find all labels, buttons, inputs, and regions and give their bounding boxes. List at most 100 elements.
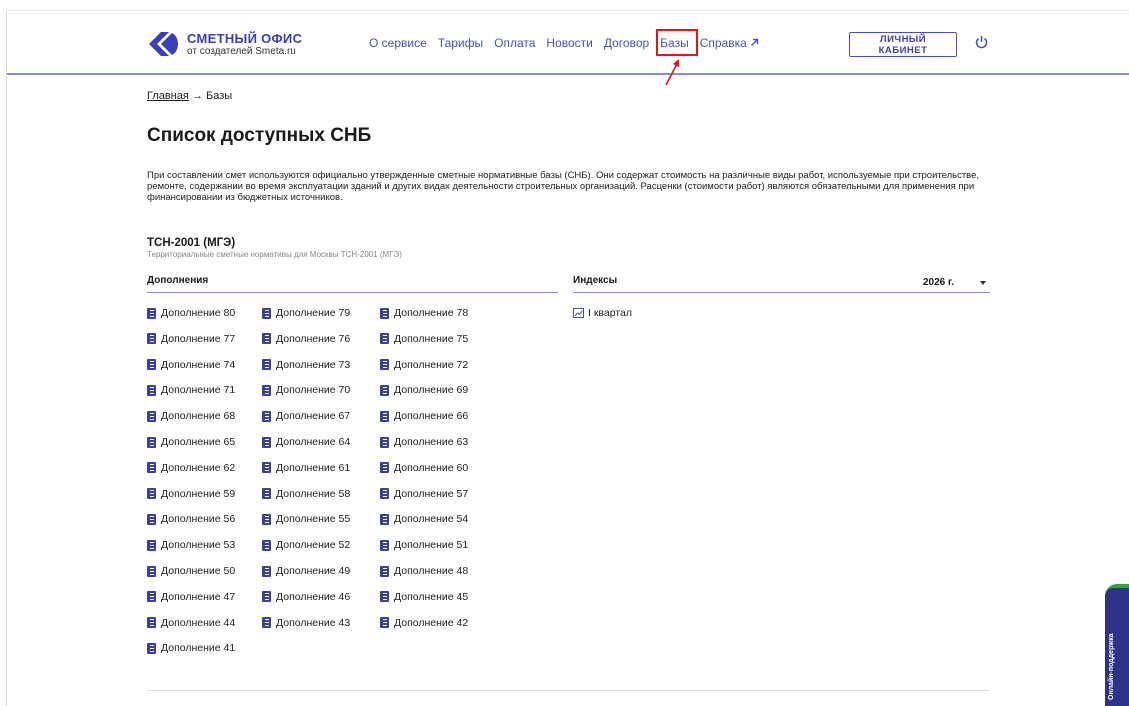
supplement-link[interactable]: Дополнение 65 bbox=[147, 436, 235, 448]
supplement-link[interactable]: Дополнение 47 bbox=[147, 591, 235, 603]
supplement-link[interactable]: Дополнение 79 bbox=[262, 307, 350, 319]
supplement-link[interactable]: Дополнение 54 bbox=[380, 513, 468, 525]
supplement-link[interactable]: Дополнение 77 bbox=[147, 333, 235, 345]
nav-help[interactable]: Справка bbox=[700, 36, 759, 50]
book-icon bbox=[147, 333, 156, 345]
supplement-link[interactable]: Дополнение 63 bbox=[380, 436, 468, 448]
supplement-label: Дополнение 52 bbox=[276, 539, 351, 552]
index-item[interactable]: I квартал bbox=[573, 307, 632, 319]
supplement-link[interactable]: Дополнение 66 bbox=[380, 410, 468, 422]
year-select[interactable]: 2026 г. bbox=[923, 277, 954, 288]
window-frame-left bbox=[6, 10, 7, 706]
supplement-label: Дополнение 45 bbox=[394, 590, 469, 603]
supplement-link[interactable]: Дополнение 41 bbox=[147, 642, 235, 654]
book-icon bbox=[262, 617, 271, 629]
nav-contract[interactable]: Договор bbox=[604, 36, 649, 50]
supplement-link[interactable]: Дополнение 80 bbox=[147, 307, 235, 319]
book-icon bbox=[380, 513, 389, 525]
power-icon[interactable] bbox=[975, 35, 988, 49]
supplement-link[interactable]: Дополнение 73 bbox=[262, 359, 350, 371]
nav-tariffs[interactable]: Тарифы bbox=[438, 36, 483, 50]
section-divider bbox=[147, 690, 990, 691]
book-icon bbox=[380, 333, 389, 345]
supplement-link[interactable]: Дополнение 51 bbox=[380, 539, 468, 551]
book-icon bbox=[147, 642, 156, 654]
nav-about[interactable]: О сервисе bbox=[369, 36, 427, 50]
supplement-link[interactable]: Дополнение 45 bbox=[380, 591, 468, 603]
book-icon bbox=[147, 307, 156, 319]
chevron-down-icon[interactable] bbox=[980, 281, 986, 285]
book-icon bbox=[380, 384, 389, 396]
supplement-label: Дополнение 66 bbox=[394, 410, 469, 423]
site-logo[interactable]: СМЕТНЫЙ ОФИС от создателей Smeta.ru bbox=[147, 29, 302, 59]
book-icon bbox=[380, 539, 389, 551]
supplement-link[interactable]: Дополнение 70 bbox=[262, 384, 350, 396]
supplement-label: Дополнение 50 bbox=[161, 565, 236, 577]
page-title: Список доступных СНБ bbox=[147, 125, 372, 146]
book-icon bbox=[380, 307, 389, 319]
supplement-link[interactable]: Дополнение 43 bbox=[262, 617, 350, 629]
supplement-link[interactable]: Дополнение 46 bbox=[262, 591, 350, 603]
chart-icon bbox=[573, 308, 584, 318]
supplement-link[interactable]: Дополнение 44 bbox=[147, 617, 235, 629]
supplement-link[interactable]: Дополнение 59 bbox=[147, 488, 235, 500]
logo-subtitle: от создателей Smeta.ru bbox=[187, 45, 296, 57]
supplement-link[interactable]: Дополнение 57 bbox=[380, 488, 468, 500]
supplement-label: Дополнение 72 bbox=[394, 358, 469, 371]
book-icon bbox=[380, 565, 389, 577]
book-icon bbox=[262, 591, 271, 603]
supplement-link[interactable]: Дополнение 49 bbox=[262, 565, 350, 577]
supplement-label: Дополнение 60 bbox=[394, 461, 469, 474]
book-icon bbox=[262, 513, 271, 525]
supplement-link[interactable]: Дополнение 60 bbox=[380, 462, 468, 474]
supplement-label: Дополнение 53 bbox=[161, 539, 236, 552]
book-icon bbox=[380, 617, 389, 629]
breadcrumb-current: Базы bbox=[206, 90, 233, 102]
supplement-link[interactable]: Дополнение 48 bbox=[380, 565, 468, 577]
supplement-link[interactable]: Дополнение 58 bbox=[262, 488, 350, 500]
book-icon bbox=[380, 359, 389, 371]
book-icon bbox=[147, 565, 156, 577]
supplement-link[interactable]: Дополнение 55 bbox=[262, 513, 350, 525]
book-icon bbox=[262, 307, 271, 319]
supplement-link[interactable]: Дополнение 78 bbox=[380, 307, 468, 319]
supplement-link[interactable]: Дополнение 74 bbox=[147, 359, 235, 371]
supplement-link[interactable]: Дополнение 61 bbox=[262, 462, 350, 474]
index-item-label: I квартал bbox=[588, 307, 632, 319]
supplement-label: Дополнение 44 bbox=[161, 616, 236, 629]
supplement-link[interactable]: Дополнение 68 bbox=[147, 410, 235, 422]
book-icon bbox=[380, 488, 389, 500]
supplement-label: Дополнение 62 bbox=[161, 461, 236, 474]
supplement-link[interactable]: Дополнение 50 bbox=[147, 565, 235, 577]
supplement-link[interactable]: Дополнение 72 bbox=[380, 359, 468, 371]
supplement-link[interactable]: Дополнение 62 bbox=[147, 462, 235, 474]
supplement-link[interactable]: Дополнение 53 bbox=[147, 539, 235, 551]
logo-mark-icon bbox=[149, 32, 178, 56]
base-title: ТСН-2001 (МГЭ) bbox=[147, 237, 236, 249]
book-icon bbox=[262, 539, 271, 551]
supplement-link[interactable]: Дополнение 76 bbox=[262, 333, 350, 345]
supplement-label: Дополнение 65 bbox=[161, 436, 236, 448]
personal-cabinet-button[interactable]: ЛИЧНЫЙ КАБИНЕТ bbox=[849, 32, 957, 57]
supplement-link[interactable]: Дополнение 67 bbox=[262, 410, 350, 422]
breadcrumb-home[interactable]: Главная bbox=[147, 90, 189, 102]
supplement-link[interactable]: Дополнение 42 bbox=[380, 617, 468, 629]
supplement-label: Дополнение 78 bbox=[394, 307, 469, 319]
supplement-label: Дополнение 69 bbox=[394, 384, 469, 397]
supplement-label: Дополнение 43 bbox=[276, 616, 351, 629]
supplement-link[interactable]: Дополнение 52 bbox=[262, 539, 350, 551]
supplement-link[interactable]: Дополнение 56 bbox=[147, 513, 235, 525]
nav-help-label: Справка bbox=[699, 36, 747, 50]
supplement-link[interactable]: Дополнение 69 bbox=[380, 384, 468, 396]
supplement-link[interactable]: Дополнение 75 bbox=[380, 333, 468, 345]
nav-payment[interactable]: Оплата bbox=[494, 36, 535, 50]
supplement-label: Дополнение 59 bbox=[161, 487, 236, 500]
supplement-link[interactable]: Дополнение 64 bbox=[262, 436, 350, 448]
book-icon bbox=[147, 359, 156, 371]
supplements-header: Дополнения bbox=[147, 275, 209, 286]
book-icon bbox=[147, 462, 156, 474]
nav-news[interactable]: Новости bbox=[546, 36, 592, 50]
supplement-link[interactable]: Дополнение 71 bbox=[147, 384, 235, 396]
indices-divider bbox=[573, 292, 990, 293]
supplement-label: Дополнение 74 bbox=[161, 358, 236, 371]
